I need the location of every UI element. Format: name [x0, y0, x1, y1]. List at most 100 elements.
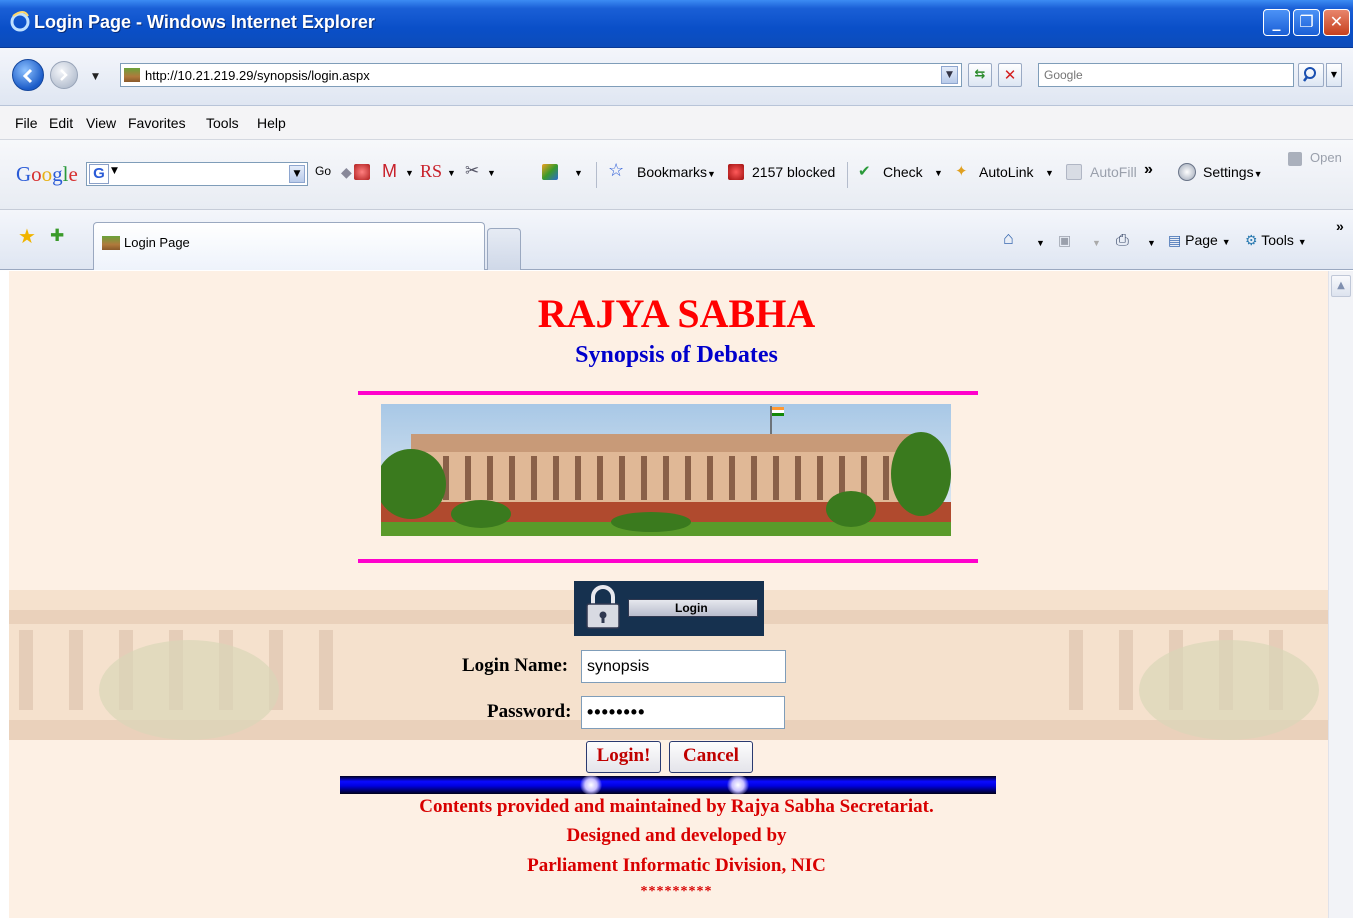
tab-label: Login Page — [124, 235, 190, 250]
puzzle-dropdown-icon[interactable]: ▼ — [574, 168, 583, 178]
google-search-dropdown-button[interactable]: ▼ — [289, 165, 305, 183]
forward-button[interactable] — [50, 61, 78, 89]
gmail-dropdown-icon[interactable]: ▼ — [405, 168, 414, 178]
search-input[interactable] — [1039, 64, 1293, 86]
autolink-button[interactable]: AutoLink — [979, 164, 1033, 180]
top-divider — [358, 391, 978, 395]
open-icon[interactable] — [1288, 150, 1302, 166]
link-icon[interactable]: ✂ — [465, 161, 479, 181]
google-g-icon[interactable]: G — [89, 164, 109, 184]
rs-button[interactable]: RS — [420, 161, 442, 182]
print-icon[interactable]: ⎙ — [1116, 232, 1129, 250]
bookmarks-button[interactable]: Bookmarks▼ — [637, 164, 716, 180]
toolbar-grip-icon: ◆ — [341, 164, 352, 180]
ie-logo-icon — [10, 11, 30, 32]
search-icon — [1303, 67, 1316, 82]
tools-menu-label: Tools — [1261, 232, 1294, 248]
autolink-dropdown-icon[interactable]: ▼ — [1045, 168, 1054, 178]
forward-arrow-icon — [60, 69, 68, 81]
stop-button[interactable]: ✕ — [998, 63, 1022, 87]
toolbar-overflow-button[interactable]: » — [1144, 161, 1153, 179]
new-tab-button[interactable] — [487, 228, 521, 270]
login-name-field[interactable] — [581, 650, 786, 683]
bottom-divider — [358, 559, 978, 563]
menu-file[interactable]: File — [15, 115, 38, 131]
settings-label: Settings — [1203, 164, 1254, 180]
login-name-label: Login Name: — [462, 655, 569, 676]
autofill-button[interactable]: AutoFill — [1090, 164, 1137, 180]
puzzle-icon[interactable] — [542, 164, 558, 180]
search-options-dropdown[interactable]: ▼ — [1326, 63, 1342, 87]
popup-blocked-count[interactable]: 2157 blocked — [752, 164, 835, 180]
autofill-icon[interactable] — [1066, 164, 1082, 180]
google-g-dropdown-icon[interactable]: ▼ — [111, 166, 118, 176]
spellcheck-icon[interactable]: ✔ — [858, 162, 871, 180]
password-label: Password: — [487, 701, 572, 722]
page-menu-button[interactable]: ▤ Page ▼ — [1168, 232, 1231, 249]
menu-favorites[interactable]: Favorites — [128, 115, 186, 131]
refresh-button[interactable]: ⇆ — [968, 63, 992, 87]
tools-menu-button[interactable]: ⚙ Tools ▼ — [1245, 232, 1307, 249]
menu-tools[interactable]: Tools — [206, 115, 239, 131]
password-input[interactable] — [582, 697, 784, 728]
page-menu-label: Page — [1185, 232, 1218, 248]
check-dropdown-icon[interactable]: ▼ — [934, 168, 943, 178]
history-dropdown-icon[interactable]: ▼ — [92, 72, 99, 82]
open-button[interactable]: Open — [1310, 150, 1342, 165]
pagerank-icon[interactable] — [354, 164, 370, 180]
back-button[interactable] — [12, 59, 44, 91]
tab-favicon-icon — [102, 236, 120, 250]
popup-blocker-icon[interactable] — [728, 164, 744, 180]
add-favorites-icon[interactable]: ✚ — [50, 226, 64, 246]
autolink-wand-icon[interactable]: ✦ — [955, 162, 968, 180]
bookmarks-star-icon[interactable]: ☆ — [608, 160, 624, 181]
footer-line-1: Contents provided and maintained by Rajy… — [419, 796, 934, 817]
home-dropdown-icon[interactable]: ▼ — [1036, 238, 1045, 248]
maximize-button[interactable]: ❐ — [1293, 9, 1320, 36]
title-bar: Login Page - Windows Internet Explorer _… — [0, 0, 1353, 48]
search-button[interactable] — [1298, 63, 1324, 87]
settings-icon[interactable] — [1178, 163, 1196, 181]
google-toolbar: Google G ▼ ▼ Go ◆ M ▼ RS ▼ ✂ ▼ ▼ ☆ Bookm… — [0, 140, 1353, 210]
google-go-button[interactable]: Go — [315, 164, 331, 178]
menu-edit[interactable]: Edit — [49, 115, 73, 131]
footer-line-3: Parliament Informatic Division, NIC — [527, 855, 826, 876]
home-icon[interactable]: ⌂ — [1003, 228, 1014, 249]
google-logo[interactable]: Google — [16, 162, 78, 187]
gmail-icon[interactable]: M — [382, 161, 397, 182]
tab-login-page[interactable]: Login Page — [93, 222, 485, 270]
print-dropdown-icon[interactable]: ▼ — [1147, 238, 1156, 248]
menu-bar: File Edit View Favorites Tools Help — [0, 106, 1353, 140]
tab-bar: ★ ✚ Login Page ⌂ ▼ ▣ ▼ ⎙ ▼ ▤ Page ▼ ⚙ To… — [0, 210, 1353, 270]
login-banner: Login — [574, 581, 764, 636]
command-overflow-button[interactable]: » — [1336, 218, 1344, 234]
menu-view[interactable]: View — [86, 115, 116, 131]
password-field[interactable] — [581, 696, 785, 729]
google-search-field[interactable]: G ▼ ▼ — [86, 162, 308, 186]
page-subheading: Synopsis of Debates — [575, 342, 778, 368]
feeds-dropdown-icon[interactable]: ▼ — [1092, 238, 1101, 248]
settings-button[interactable]: Settings▼ — [1203, 164, 1263, 180]
link-dropdown-icon[interactable]: ▼ — [487, 168, 496, 178]
feeds-icon[interactable]: ▣ — [1058, 232, 1071, 249]
login-button[interactable]: Login! — [586, 741, 661, 773]
minimize-button[interactable]: _ — [1263, 9, 1290, 36]
check-button[interactable]: Check — [883, 164, 923, 180]
cancel-button[interactable]: Cancel — [669, 741, 753, 773]
divider-glow — [727, 775, 749, 795]
address-url[interactable]: http://10.21.219.29/synopsis/login.aspx — [145, 68, 370, 83]
address-dropdown-button[interactable]: ▼ — [941, 66, 958, 84]
favorites-star-icon[interactable]: ★ — [18, 224, 36, 248]
site-favicon-icon — [124, 68, 140, 82]
lock-icon — [586, 585, 620, 629]
rs-dropdown-icon[interactable]: ▼ — [447, 168, 456, 178]
menu-help[interactable]: Help — [257, 115, 286, 131]
search-field[interactable] — [1038, 63, 1294, 87]
login-name-input[interactable] — [582, 651, 785, 682]
divider-glow — [580, 775, 602, 795]
address-field[interactable]: http://10.21.219.29/synopsis/login.aspx … — [120, 63, 962, 87]
close-button[interactable]: ✕ — [1323, 9, 1350, 36]
login-banner-label: Login — [628, 599, 758, 617]
footer-line-2: Designed and developed by — [566, 825, 787, 846]
toolbar-separator — [596, 162, 597, 188]
